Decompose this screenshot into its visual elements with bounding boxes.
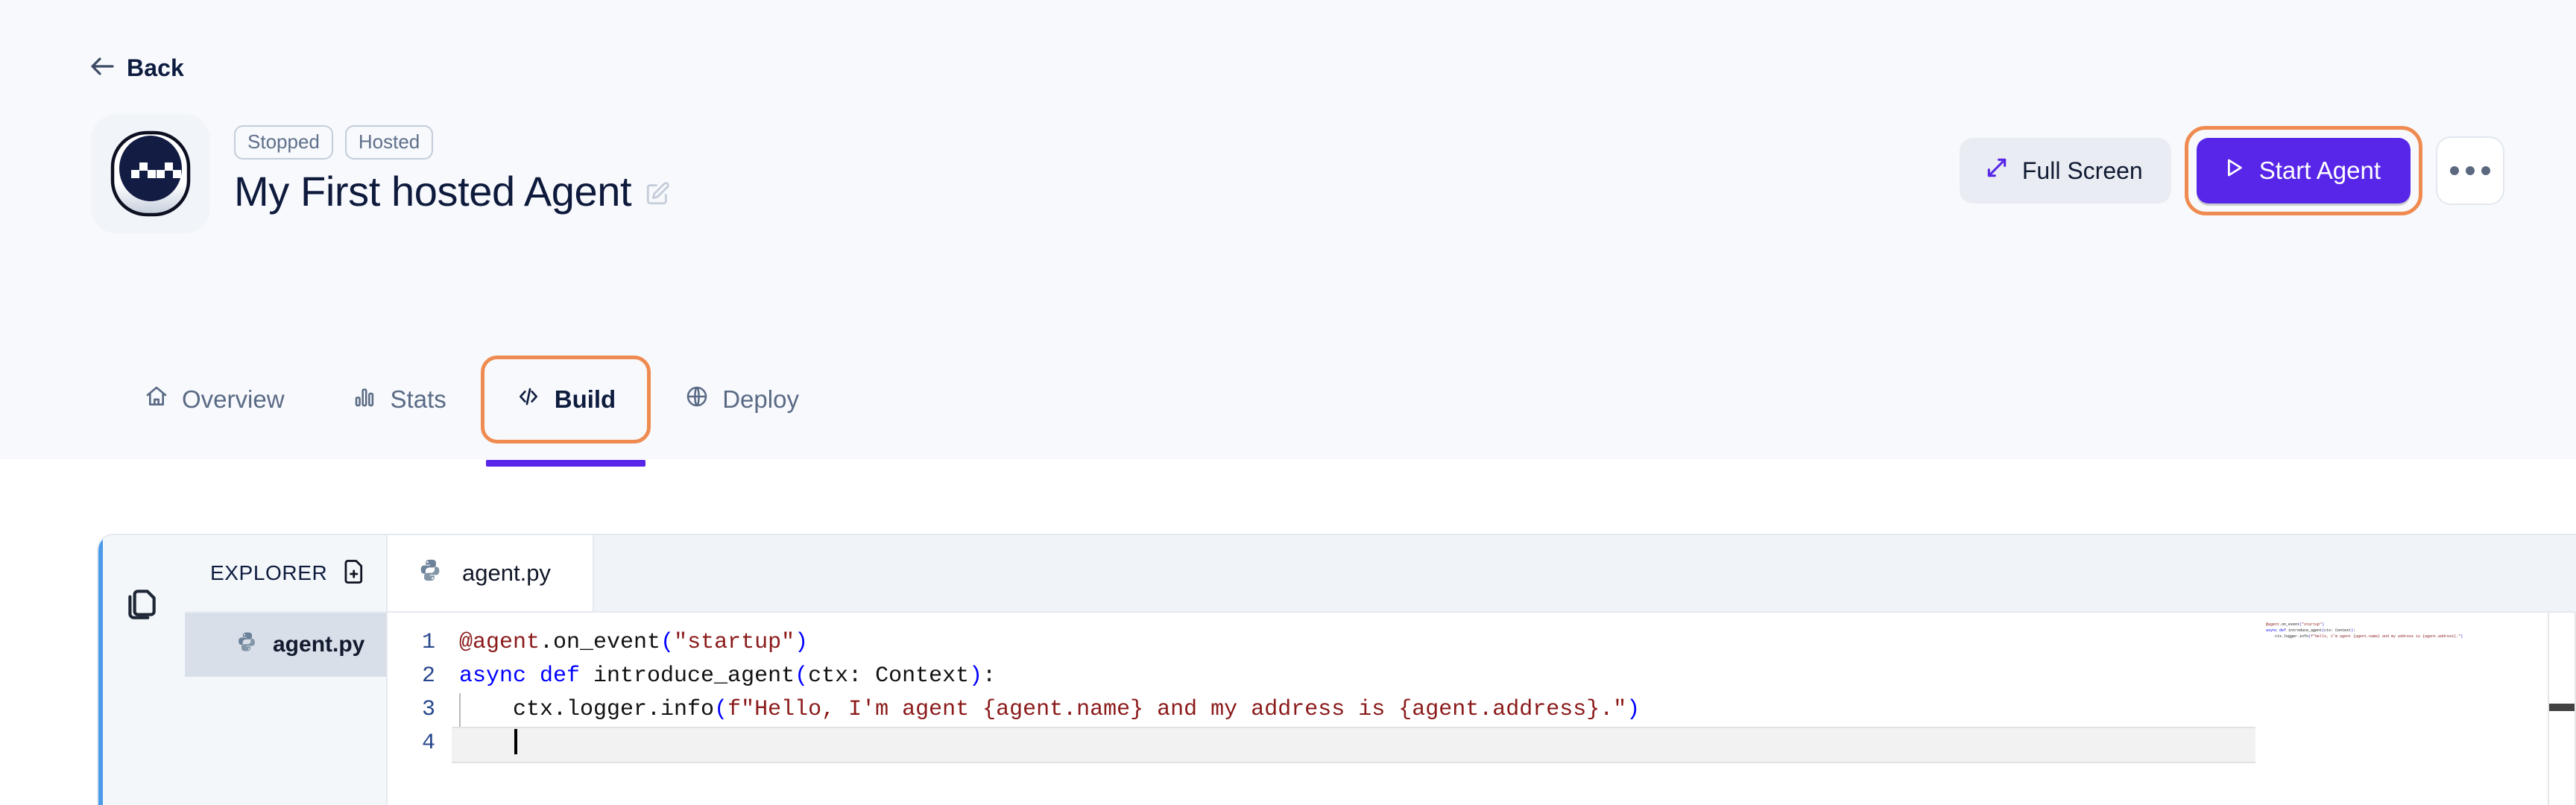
code-token-colon: :	[982, 663, 997, 689]
file-explorer: EXPLORER agent.py	[185, 535, 388, 805]
tab-build[interactable]: Build	[480, 356, 651, 467]
full-screen-label: Full Screen	[2021, 157, 2143, 184]
activity-rail	[98, 535, 185, 805]
code-line-3: ctx.logger.info(f"Hello, I'm agent {agen…	[452, 693, 2255, 727]
code-token-attr: .on_event	[540, 630, 661, 655]
code-token-keyword: async def	[459, 663, 594, 689]
tab-stats-label: Stats	[390, 385, 446, 413]
section-tabs: Overview Stats Build Deploy	[0, 340, 2576, 467]
python-icon	[236, 631, 258, 659]
code-line-2: async def introduce_agent(ctx: Context):	[452, 660, 2255, 693]
explorer-title: EXPLORER	[210, 561, 328, 584]
edit-pencil-icon[interactable]	[645, 181, 670, 210]
editor-tab-label: agent.py	[462, 560, 551, 586]
status-badge: Stopped	[234, 125, 333, 160]
explorer-header: EXPLORER	[185, 535, 386, 613]
tab-deploy[interactable]: Deploy	[651, 362, 833, 437]
line-number: 1	[421, 630, 435, 655]
code-token-call: ctx.logger.info	[513, 697, 715, 722]
code-editor-panel: EXPLORER agent.py agent.py 1 2 3 4 @agen…	[97, 534, 2576, 805]
tab-overview[interactable]: Overview	[110, 362, 319, 437]
line-number: 4	[421, 730, 435, 756]
rail-accent-bar	[98, 535, 103, 805]
expand-arrows-icon	[1985, 156, 2009, 186]
code-token-string: "startup"	[674, 630, 795, 655]
code-brackets-icon	[516, 385, 541, 414]
file-name-label: agent.py	[273, 632, 365, 657]
full-screen-button[interactable]: Full Screen	[1959, 138, 2171, 203]
code-content[interactable]: @agent.on_event("startup") async def int…	[452, 613, 2255, 805]
code-token-fstring: f"Hello, I'm agent {agent.name} and my a…	[727, 697, 1627, 722]
title-row: My First hosted Agent	[234, 168, 1960, 215]
code-token-close-paren: )	[969, 663, 983, 689]
back-label: Back	[127, 54, 184, 81]
code-token-close-paren: )	[1626, 697, 1641, 722]
tab-deploy-label: Deploy	[722, 385, 799, 413]
editor-main: agent.py 1 2 3 4 @agent.on_event("startu…	[388, 535, 2576, 805]
breadcrumb: Back	[0, 0, 2576, 82]
minimap-code-preview: @agent.on_event("startup") async def int…	[2266, 622, 2463, 639]
code-line-4	[452, 727, 2255, 763]
code-line-1: @agent.on_event("startup")	[452, 626, 2255, 660]
code-token-params: ctx: Context	[808, 663, 970, 689]
arrow-left-icon	[89, 55, 115, 81]
start-agent-label: Start Agent	[2258, 157, 2381, 184]
more-options-button[interactable]	[2436, 136, 2504, 205]
code-token-decorator: @agent	[459, 630, 540, 655]
start-agent-highlight: Start Agent	[2184, 126, 2422, 215]
files-copy-icon[interactable]	[123, 586, 160, 627]
code-token-open-paren: (	[660, 630, 675, 655]
globe-icon	[685, 385, 709, 414]
line-number: 3	[421, 697, 435, 722]
agent-meta: Stopped Hosted My First hosted Agent	[234, 125, 1960, 219]
list-item[interactable]: agent.py	[185, 613, 386, 677]
active-tab-indicator	[485, 460, 646, 467]
code-token-fn-name: introduce_agent	[593, 663, 795, 689]
ellipsis-icon	[2450, 166, 2490, 175]
status-badges: Stopped Hosted	[234, 125, 1960, 160]
code-token-open-paren: (	[795, 663, 809, 689]
back-button[interactable]: Back	[89, 54, 184, 82]
editor-tab-agent-py[interactable]: agent.py	[388, 535, 594, 611]
hosting-badge: Hosted	[344, 125, 434, 160]
line-number: 2	[421, 663, 435, 689]
code-area: 1 2 3 4 @agent.on_event("startup") async…	[388, 613, 2576, 805]
agent-build-page: Back Stopped Hosted My First hosted Agen…	[0, 0, 2576, 805]
code-token-indent	[459, 697, 513, 722]
agent-robot-avatar	[110, 130, 191, 217]
code-token-close-paren: )	[795, 630, 809, 655]
new-file-icon[interactable]	[341, 558, 367, 589]
tab-stats[interactable]: Stats	[319, 362, 481, 437]
start-agent-button[interactable]: Start Agent	[2196, 138, 2411, 203]
editor-tab-bar: agent.py	[388, 535, 2576, 613]
indent-guide	[459, 693, 461, 727]
minimap[interactable]: @agent.on_event("startup") async def int…	[2255, 613, 2576, 805]
text-cursor	[514, 729, 518, 754]
play-triangle-icon	[2222, 156, 2246, 186]
header-actions: Full Screen Start Agent	[1959, 126, 2504, 218]
bar-chart-icon	[353, 385, 377, 414]
code-token-indent	[459, 732, 513, 757]
tab-build-label: Build	[554, 385, 616, 413]
python-icon	[417, 558, 443, 589]
scrollbar-thumb[interactable]	[2549, 704, 2576, 711]
avatar	[91, 114, 210, 233]
tab-overview-label: Overview	[182, 385, 285, 413]
agent-header: Stopped Hosted My First hosted Agent Ful…	[0, 82, 2576, 253]
code-token-open-paren: (	[714, 697, 728, 722]
page-title: My First hosted Agent	[234, 168, 632, 215]
home-icon	[145, 385, 168, 414]
page-header-section: Back Stopped Hosted My First hosted Agen…	[0, 0, 2576, 467]
line-number-gutter: 1 2 3 4	[388, 613, 452, 805]
